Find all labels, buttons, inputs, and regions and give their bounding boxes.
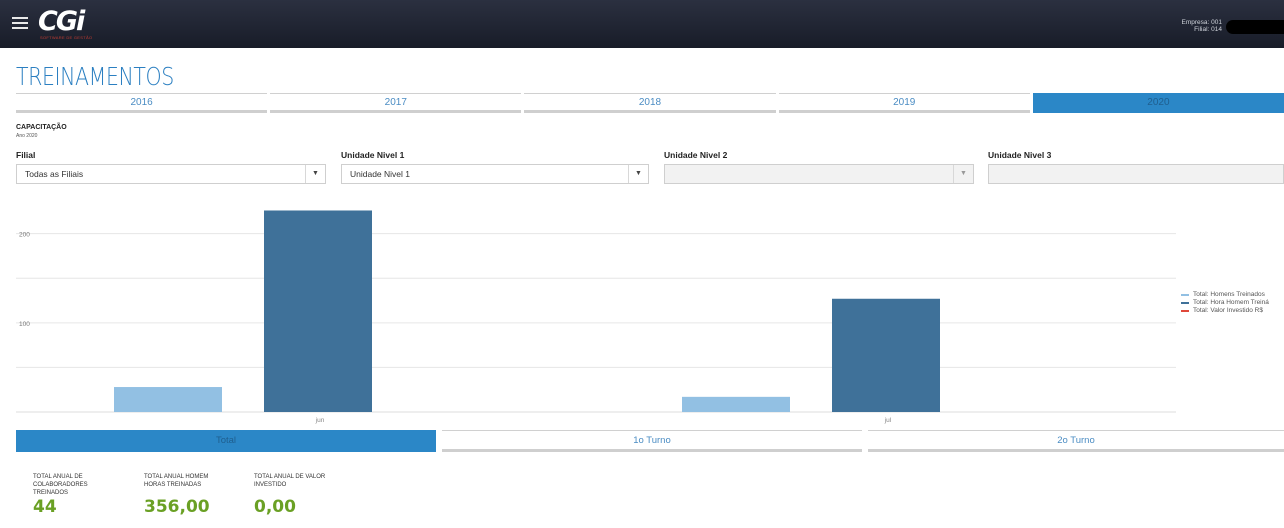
bar-jun-1 — [264, 210, 372, 412]
legend-item[interactable]: Total: Homens Treinados — [1181, 291, 1269, 299]
tab-total[interactable]: Total — [16, 430, 436, 452]
filial-select[interactable]: Todas as Filiais ▼ — [16, 164, 326, 184]
nivel1-label: Unidade Nivel 1 — [341, 150, 405, 160]
kpi-label: TREINADOS — [33, 490, 69, 496]
nivel3-label: Unidade Nivel 3 — [988, 150, 1052, 160]
kpi-label: HORAS TREINADAS — [144, 482, 202, 488]
chevron-down-icon: ▼ — [628, 165, 648, 183]
nivel1-select-value: Unidade Nivel 1 — [350, 169, 411, 179]
legend-swatch — [1181, 302, 1189, 304]
bar-jul-1 — [832, 298, 940, 412]
kpi-label: INVESTIDO — [254, 482, 287, 488]
y-tick-label: 100 — [19, 321, 30, 328]
x-tick-label: jun — [315, 417, 325, 424]
tab-2017[interactable]: 2017 — [270, 93, 522, 113]
y-tick-label: 200 — [19, 232, 30, 239]
bar-jun-0 — [114, 387, 222, 412]
empresa-label: Empresa: 001 — [1181, 19, 1222, 26]
kpi-horas: TOTAL ANUAL HOMEM HORAS TREINADAS 356,00 — [144, 473, 210, 517]
legend-item[interactable]: Total: Valor Investido R$ — [1181, 307, 1269, 315]
menu-icon[interactable] — [12, 17, 28, 30]
company-info: Empresa: 001 Filial: 014 — [1182, 19, 1222, 33]
legend-label: Total: Valor Investido R$ — [1193, 307, 1263, 314]
section-title: CAPACITAÇÃO — [16, 124, 67, 131]
tab-2018[interactable]: 2018 — [524, 93, 776, 113]
year-tabs: 2016 2017 2018 2019 2020 — [16, 93, 1284, 113]
kpi-value: 0,00 — [254, 497, 296, 517]
section-subtitle: Ano 2020 — [16, 133, 38, 139]
legend-swatch — [1181, 310, 1189, 312]
tab-2020[interactable]: 2020 — [1032, 93, 1284, 113]
tab-turno-1[interactable]: 1o Turno — [442, 430, 862, 452]
kpi-label: TOTAL ANUAL DE — [33, 474, 83, 480]
tab-2019[interactable]: 2019 — [778, 93, 1030, 113]
page-title: TREINAMENTOS — [16, 62, 174, 91]
top-bar: CGi SOFTWARE DE GESTÃO Empresa: 001 Fili… — [0, 0, 1284, 48]
tab-2016[interactable]: 2016 — [16, 93, 268, 113]
tab-turno-2[interactable]: 2o Turno — [868, 430, 1284, 452]
nivel1-select[interactable]: Unidade Nivel 1 ▼ — [341, 164, 649, 184]
kpi-value: 44 — [33, 497, 57, 517]
kpi-label: COLABORADORES — [33, 482, 88, 488]
kpi-label: TOTAL ANUAL DE VALOR — [254, 474, 326, 480]
turno-tabs: Total 1o Turno 2o Turno — [16, 430, 1284, 452]
logo: CGi SOFTWARE DE GESTÃO — [38, 6, 93, 40]
chart-svg: 200 100 jun jul — [16, 210, 1176, 424]
legend-label: Total: Homens Treinados — [1193, 291, 1265, 298]
nivel3-select[interactable] — [988, 164, 1284, 184]
nivel2-select[interactable]: ▼ — [664, 164, 974, 184]
bar-jul-0 — [682, 396, 790, 412]
nivel2-label: Unidade Nivel 2 — [664, 150, 728, 160]
chevron-down-icon: ▼ — [305, 165, 325, 183]
redacted-user-box — [1226, 20, 1284, 34]
capacitacao-chart: 200 100 jun jul — [0, 190, 1284, 428]
chart-legend: Total: Homens Treinados Total: Hora Home… — [1181, 291, 1269, 315]
chevron-down-icon: ▼ — [953, 165, 973, 183]
logo-subtext: SOFTWARE DE GESTÃO — [40, 35, 93, 40]
legend-swatch — [1181, 294, 1189, 296]
legend-label: Total: Hora Homem Treiná — [1193, 299, 1269, 306]
legend-item[interactable]: Total: Hora Homem Treiná — [1181, 299, 1269, 307]
kpi-label: TOTAL ANUAL HOMEM — [144, 474, 209, 480]
kpi-value: 356,00 — [144, 497, 210, 517]
filial-select-value: Todas as Filiais — [25, 169, 84, 179]
x-tick-label: jul — [884, 417, 892, 424]
kpi-colaboradores: TOTAL ANUAL DE COLABORADORES TREINADOS 4… — [33, 473, 88, 517]
filial-label: Filial: 014 — [1194, 26, 1222, 33]
kpi-valor: TOTAL ANUAL DE VALOR INVESTIDO 0,00 — [254, 473, 325, 517]
filial-label: Filial — [16, 150, 36, 160]
logo-text: CGi — [38, 6, 85, 37]
